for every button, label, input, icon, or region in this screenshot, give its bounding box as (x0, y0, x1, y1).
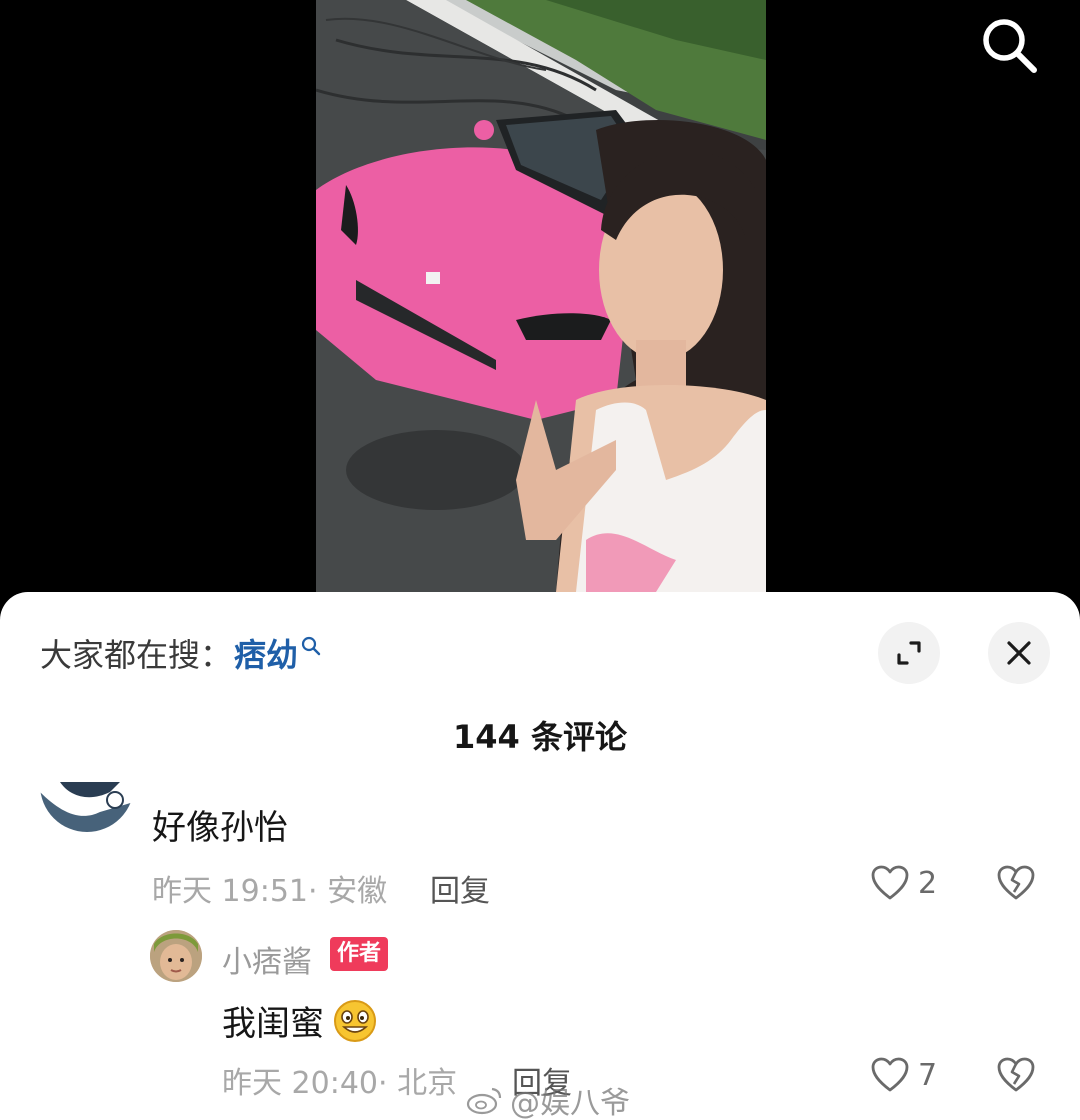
expand-icon (897, 641, 921, 665)
close-icon (1007, 641, 1031, 665)
comment-meta: 昨天 19:51· 安徽 (152, 874, 388, 909)
like-button[interactable]: 2 (870, 864, 937, 902)
search-icon (983, 19, 1037, 73)
search-button[interactable] (978, 14, 1042, 78)
grinning-emoji-icon (334, 999, 376, 1042)
trending-search-suggestion[interactable]: 大家都在搜： 痞幼 (40, 630, 322, 676)
heart-icon (871, 865, 909, 900)
trending-search-keyword[interactable]: 痞幼 (234, 630, 298, 676)
reply-avatar[interactable] (150, 930, 202, 982)
watermark-text: @娱八爷 (510, 1086, 630, 1120)
avatar[interactable] (40, 782, 134, 832)
reply-text-content: 我闺蜜 (222, 1004, 324, 1044)
comment-count: 144 条评论 (453, 718, 627, 756)
dislike-button[interactable] (996, 864, 1036, 906)
broken-heart-icon (997, 1057, 1035, 1092)
reply-avatar-image (150, 930, 202, 982)
weibo-logo-icon (466, 1087, 502, 1115)
expand-button[interactable] (878, 622, 940, 684)
reply-like-count: 7 (918, 1057, 938, 1093)
video-still-image (316, 0, 766, 592)
comment-sheet: 大家都在搜： 痞幼 144 条评论 好像孙怡 昨天 19:51· 安徽 回复 2… (0, 592, 1080, 1120)
reply-dislike-button[interactable] (996, 1056, 1036, 1098)
reply-username[interactable]: 小痞酱 (222, 937, 312, 981)
watermark: @娱八爷 (466, 1078, 630, 1120)
reply-like-button[interactable]: 7 (870, 1056, 937, 1094)
trending-search-label: 大家都在搜： (40, 636, 233, 674)
small-search-icon (301, 636, 321, 656)
video-frame[interactable] (316, 0, 766, 592)
avatar-image (40, 782, 134, 832)
author-badge: 作者 (330, 937, 389, 971)
reply-meta: 昨天 20:40· 北京 (222, 1066, 458, 1101)
close-button[interactable] (988, 622, 1050, 684)
video-player[interactable] (0, 0, 1080, 600)
heart-icon (871, 1057, 909, 1092)
broken-heart-icon (997, 865, 1035, 900)
like-count: 2 (918, 865, 938, 901)
reply-button[interactable]: 回复 (430, 866, 490, 910)
comment-text: 好像孙怡 (152, 808, 288, 848)
reply-text: 我闺蜜 (222, 996, 378, 1045)
